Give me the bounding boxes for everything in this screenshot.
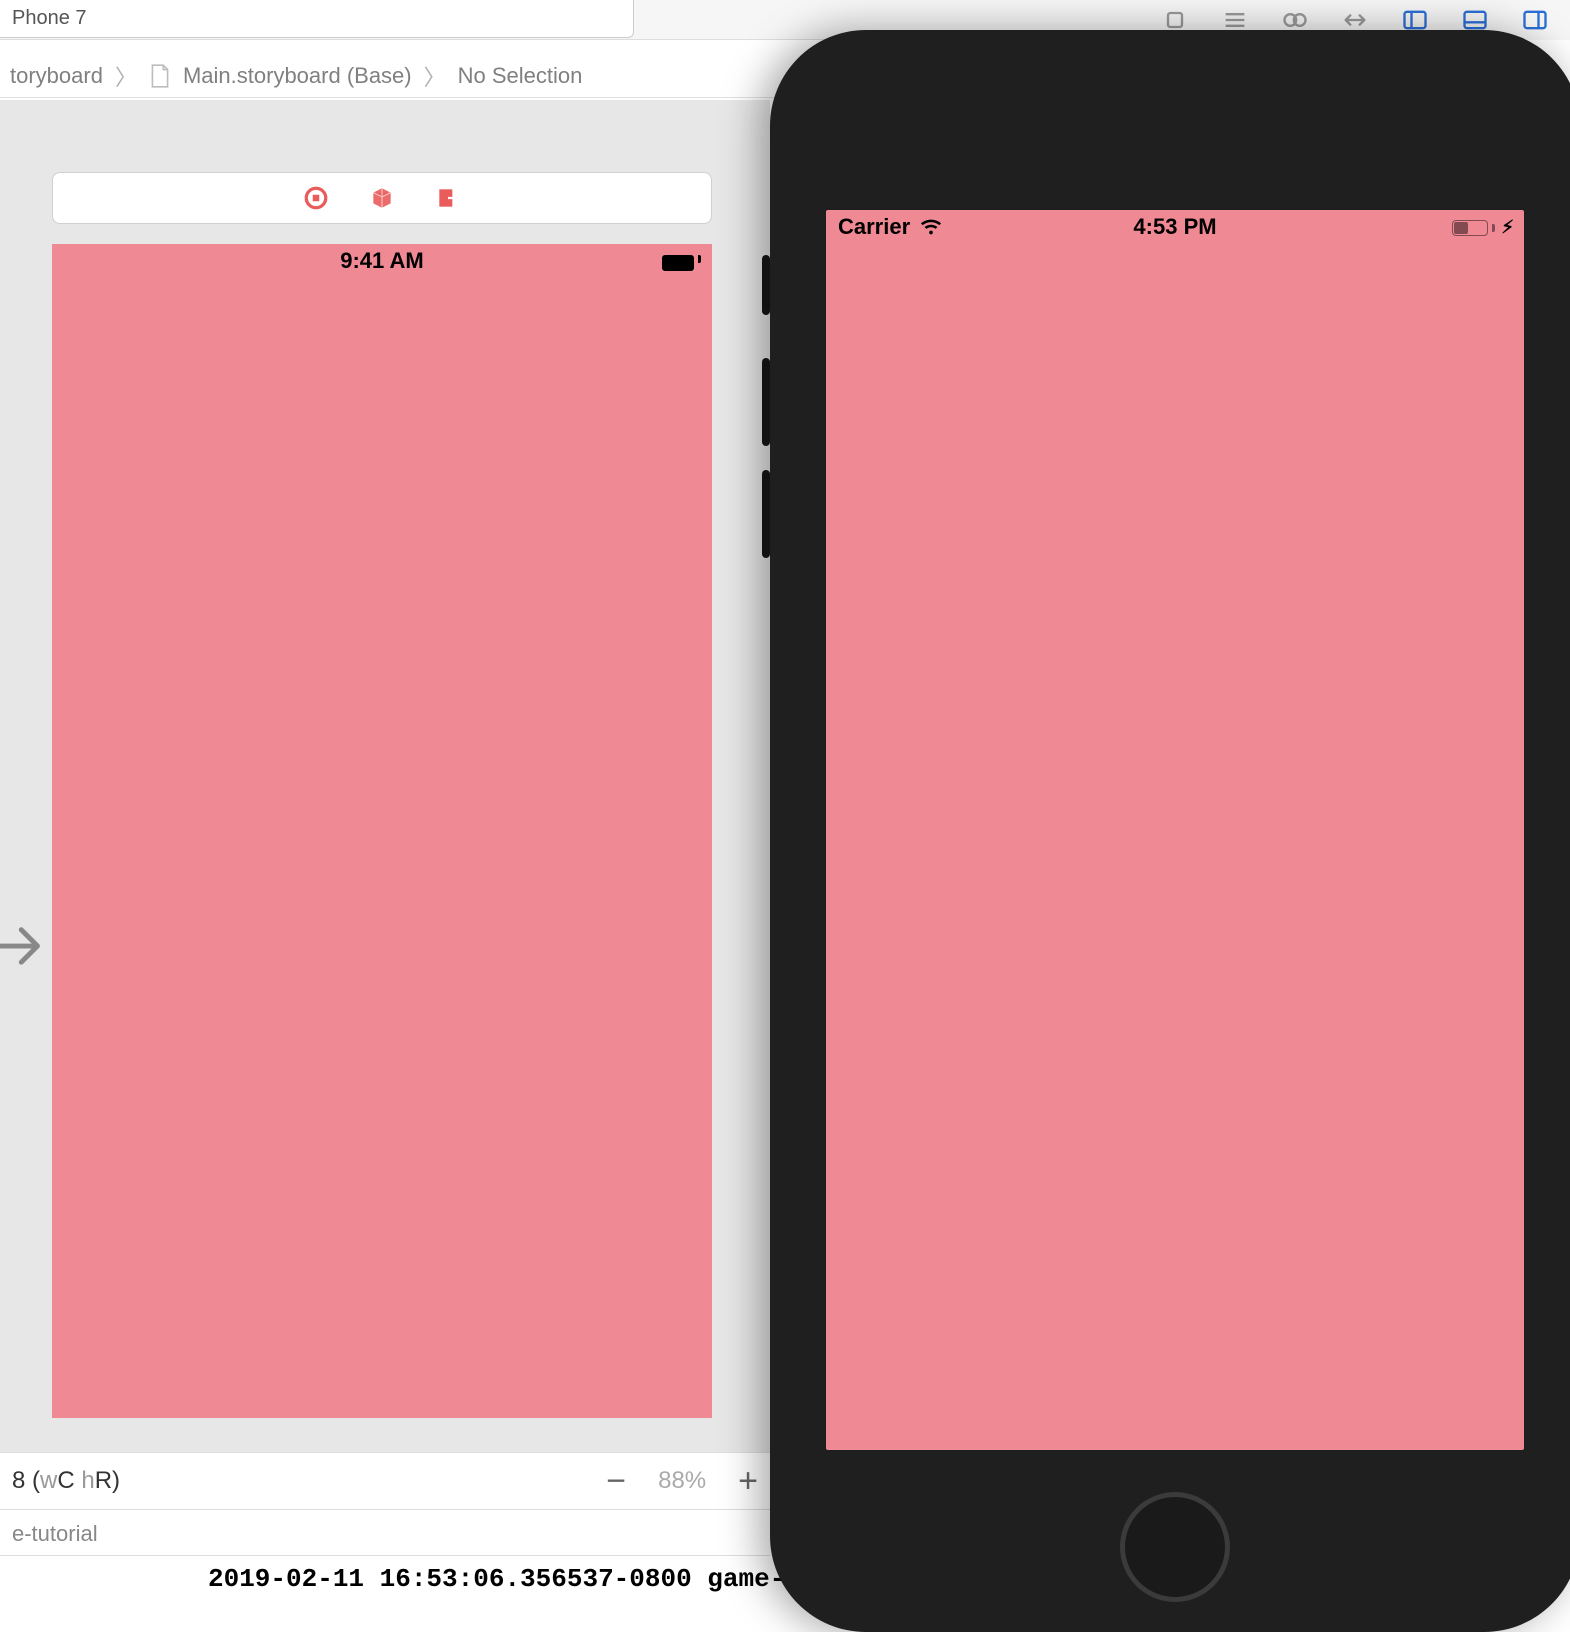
battery-charging-icon: ⚡︎ xyxy=(1452,217,1514,238)
view-controller-view[interactable]: 9:41 AM xyxy=(52,244,712,1418)
breadcrumb-item[interactable]: Main.storyboard (Base) xyxy=(183,63,412,89)
view-controller-toolbar xyxy=(52,172,712,224)
bottom-tab[interactable]: e-tutorial xyxy=(0,1512,770,1556)
entry-arrow-icon[interactable] xyxy=(0,920,44,977)
ib-status-time: 9:41 AM xyxy=(340,248,424,274)
zoom-controls: − 88% + xyxy=(606,1464,758,1498)
device-selector[interactable]: Phone 7 xyxy=(0,0,634,38)
stop-icon[interactable] xyxy=(301,183,331,213)
console-line: 2019-02-11 16:53:06.356537-0800 game- xyxy=(208,1564,785,1594)
exit-icon[interactable] xyxy=(433,183,463,213)
ib-status-bar: 9:41 AM xyxy=(52,244,712,278)
chevron-right-icon: 〉 xyxy=(424,60,446,92)
ios-simulator: Carrier 4:53 PM ⚡︎ xyxy=(770,30,1570,1632)
size-class-label[interactable]: 8 (wC hR) xyxy=(12,1467,120,1495)
battery-full-icon xyxy=(662,251,698,267)
canvas-footer: 8 (wC hR) − 88% + xyxy=(0,1452,770,1510)
simulator-time: 4:53 PM xyxy=(826,214,1524,240)
volume-down-button[interactable] xyxy=(762,470,770,558)
chevron-right-icon: 〉 xyxy=(115,60,137,92)
lightning-icon: ⚡︎ xyxy=(1501,217,1514,238)
device-selector-value: Phone 7 xyxy=(12,7,87,30)
zoom-value: 88% xyxy=(658,1467,706,1495)
simulator-status-bar: Carrier 4:53 PM ⚡︎ xyxy=(826,210,1524,244)
cube-icon[interactable] xyxy=(367,183,397,213)
interface-builder-canvas[interactable]: 9:41 AM xyxy=(0,100,770,1452)
bottom-tab-label: e-tutorial xyxy=(12,1521,98,1547)
mute-switch[interactable] xyxy=(762,255,770,315)
home-button[interactable] xyxy=(1120,1492,1230,1602)
zoom-in-button[interactable]: + xyxy=(738,1464,758,1498)
zoom-out-button[interactable]: − xyxy=(606,1464,626,1498)
storyboard-file-icon xyxy=(149,63,171,89)
view-controller[interactable]: 9:41 AM xyxy=(52,172,712,1418)
panel-right-icon[interactable] xyxy=(1514,5,1556,35)
breadcrumb-item[interactable]: toryboard xyxy=(10,63,103,89)
simulator-screen[interactable]: Carrier 4:53 PM ⚡︎ xyxy=(826,210,1524,1450)
breadcrumb-item[interactable]: No Selection xyxy=(458,63,583,89)
volume-up-button[interactable] xyxy=(762,358,770,446)
